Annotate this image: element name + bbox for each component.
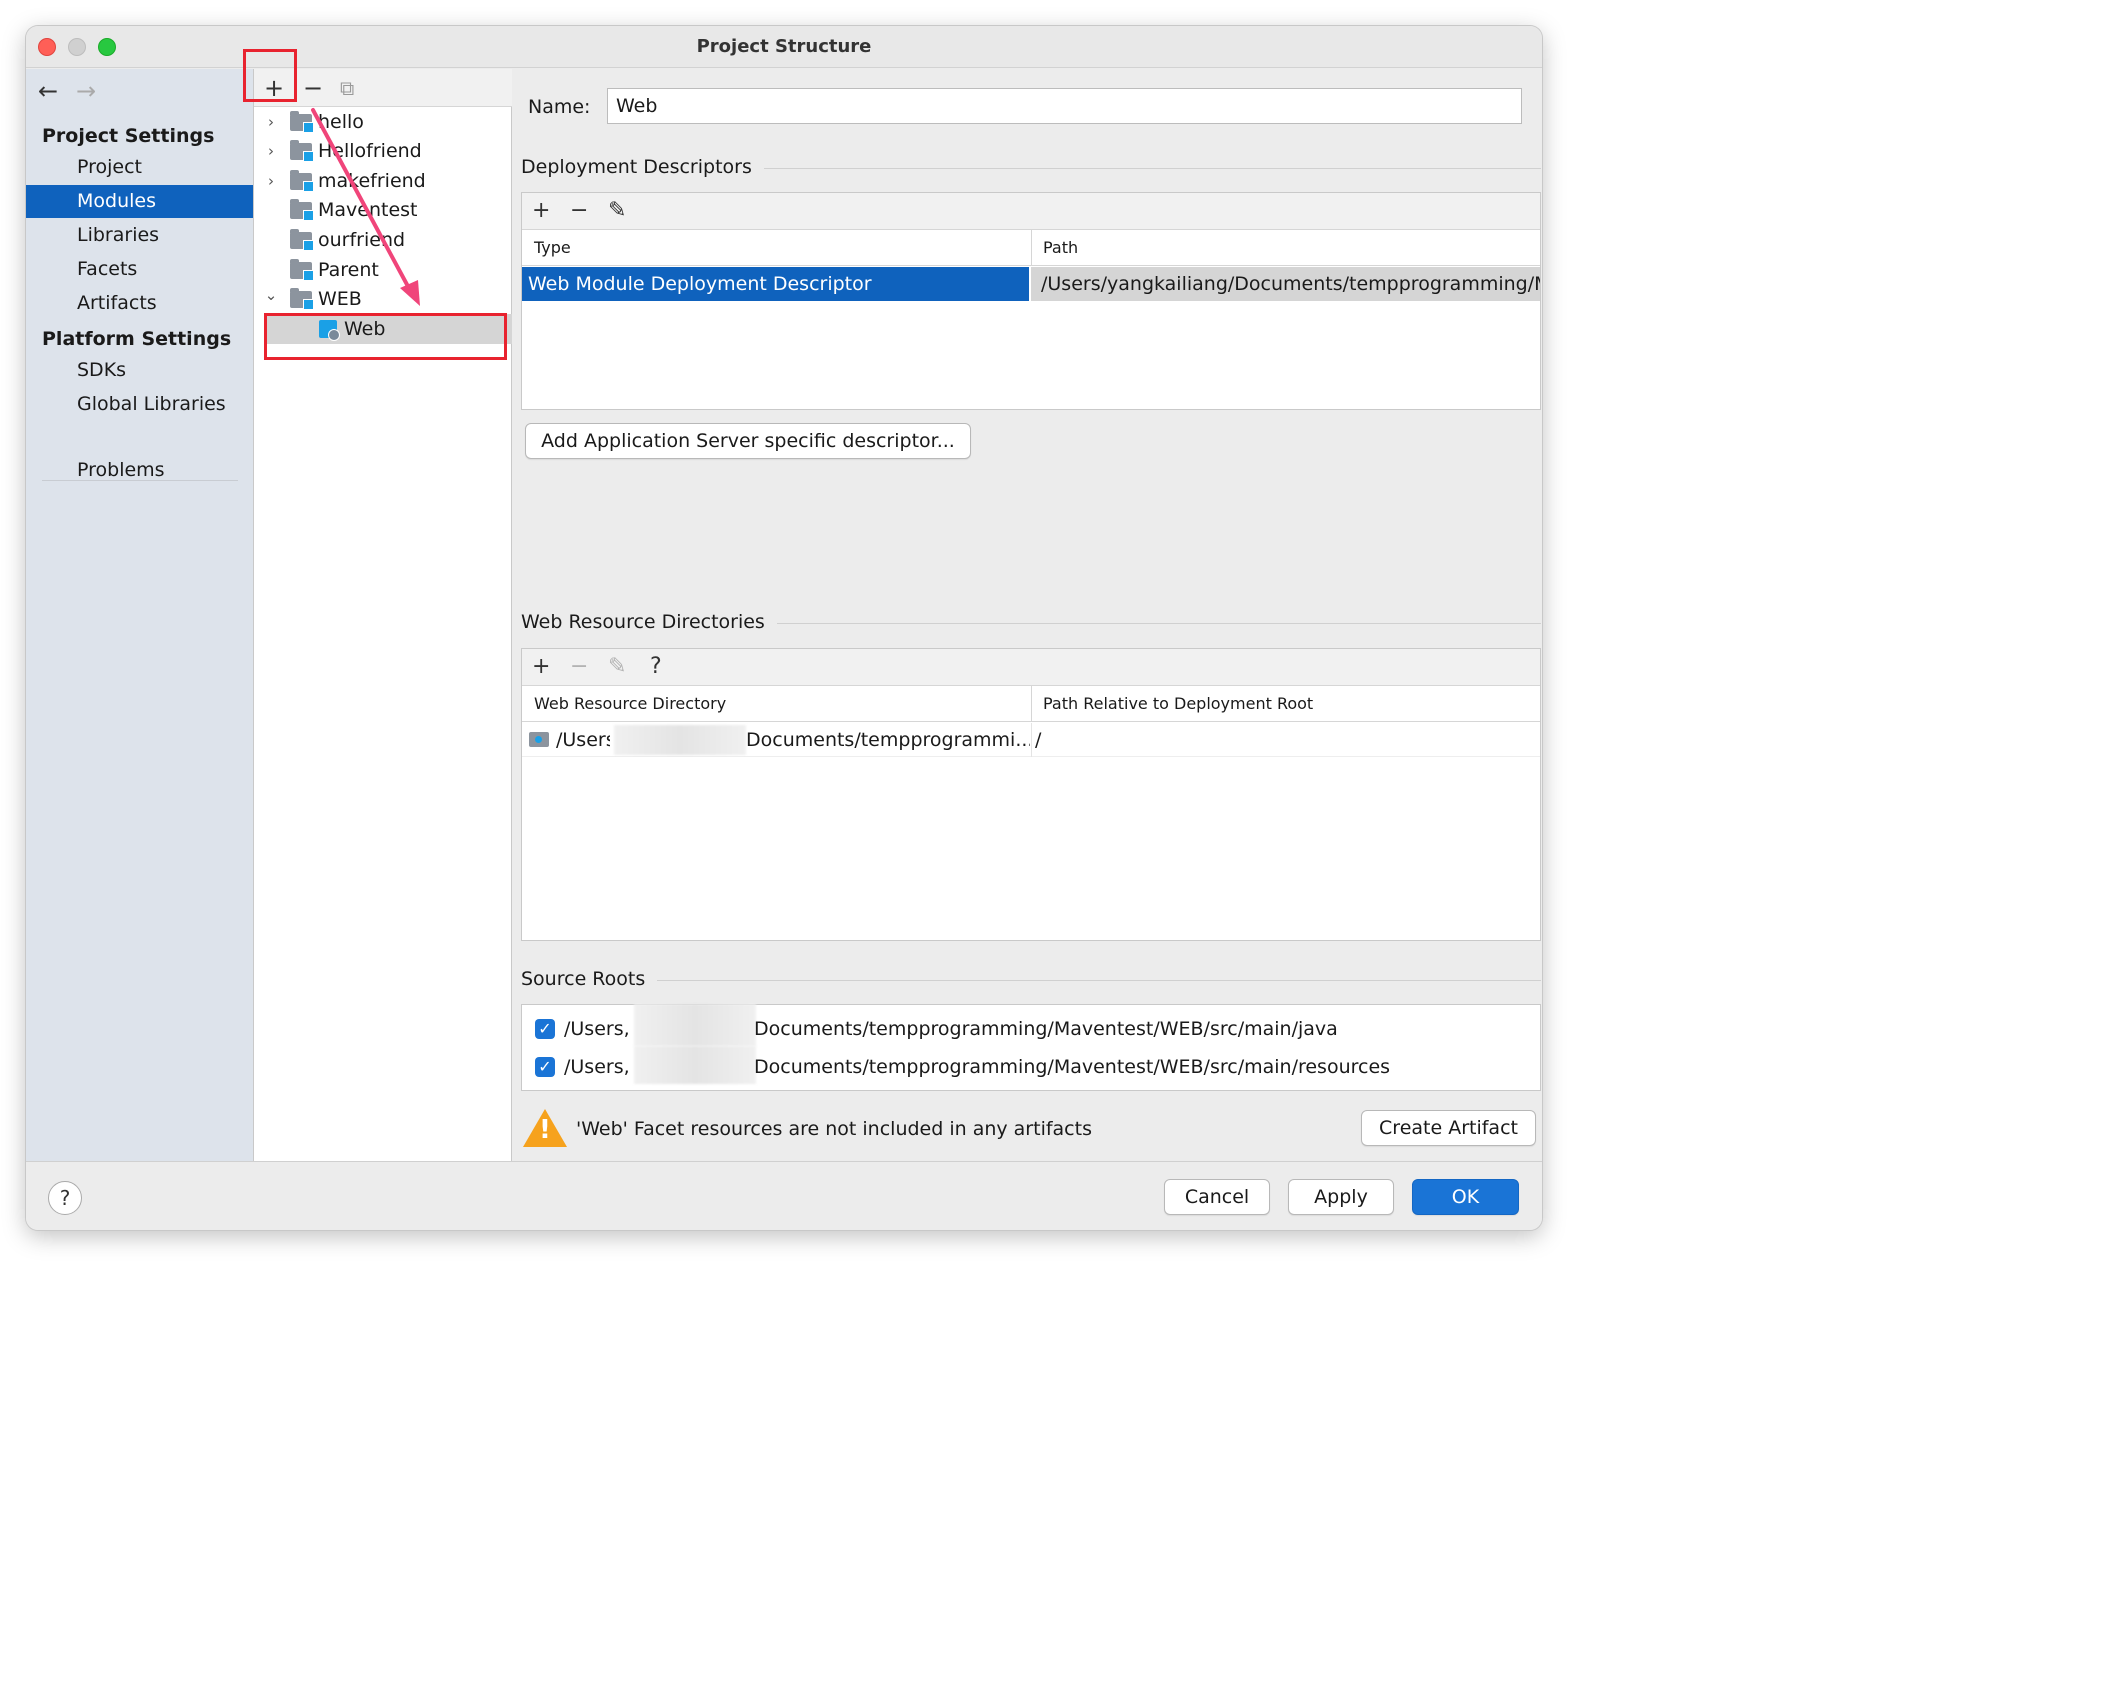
annotation-arrow [311, 108, 420, 306]
